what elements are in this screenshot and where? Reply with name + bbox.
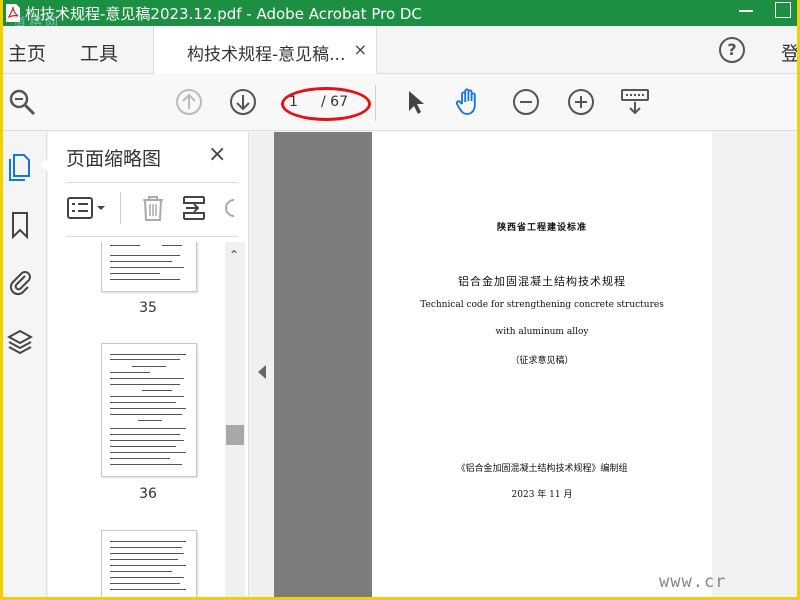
next-page-icon[interactable] — [228, 87, 258, 117]
keyboard-tool-icon[interactable] — [620, 87, 650, 117]
delete-page-icon[interactable] — [138, 194, 168, 222]
pdf-page: 陕西省工程建设标准 铝合金加固混凝土结构技术规程 Technical code … — [372, 132, 712, 597]
thumbnail-page-37[interactable] — [101, 530, 197, 597]
thumbnail-page-35[interactable] — [101, 242, 197, 292]
acrobat-window: 构技术规程-意见稿2023.12.pdf - Adobe Acrobat Pro… — [3, 0, 797, 597]
minimize-button[interactable] — [739, 2, 753, 12]
sign-in-button[interactable]: 登 — [781, 39, 797, 66]
document-tab-label: 构技术规程-意见稿... — [187, 45, 346, 65]
thumbnail-options-icon[interactable] — [66, 194, 110, 222]
document-tab[interactable]: 构技术规程-意见稿... × — [153, 26, 377, 74]
thumbnail-list: 35 36 — [48, 242, 226, 597]
toolbar: 1 / 67 — [3, 75, 797, 131]
panel-collapse-handle[interactable] — [250, 132, 274, 597]
menu-bar: 主页 工具 构技术规程-意见稿... × ? 登 — [3, 26, 797, 74]
collapse-arrow-icon[interactable] — [258, 365, 266, 379]
thumbnail-label: 35 — [139, 300, 157, 316]
site-watermark: www.cr — [659, 572, 727, 592]
thumbnail-label: 36 — [139, 486, 157, 502]
panel-title: 页面缩略图 — [66, 148, 162, 170]
maximize-button[interactable] — [775, 2, 791, 18]
title-bar: 构技术规程-意见稿2023.12.pdf - Adobe Acrobat Pro… — [3, 0, 797, 31]
menu-tools[interactable]: 工具 — [80, 39, 118, 66]
red-annotation-ellipse — [281, 87, 371, 121]
doc-compiler: 《铝合金加固混凝土结构技术规程》编制组 — [456, 464, 628, 474]
layers-icon[interactable] — [7, 326, 33, 356]
toolbar-divider — [375, 85, 376, 121]
scrollbar-thumb[interactable] — [226, 425, 244, 445]
select-cursor-icon[interactable] — [401, 87, 431, 117]
tool-divider — [120, 192, 121, 224]
attachment-icon[interactable] — [7, 266, 33, 296]
previous-page-icon[interactable] — [174, 87, 204, 117]
rotate-page-icon[interactable] — [220, 194, 240, 222]
thumbnail-page-36[interactable] — [101, 343, 197, 477]
doc-title-en-2: with aluminum alloy — [495, 327, 589, 337]
panel-divider — [66, 236, 238, 237]
close-tab-icon[interactable]: × — [354, 40, 367, 59]
bookmark-icon[interactable] — [7, 210, 33, 240]
doc-date: 2023 年 11 月 — [511, 490, 573, 500]
scroll-up-icon[interactable]: ⌃ — [229, 248, 239, 262]
doc-title-cn: 铝合金加固混凝土结构技术规程 — [458, 275, 626, 288]
document-view: 陕西省工程建设标准 铝合金加固混凝土结构技术规程 Technical code … — [274, 132, 797, 597]
zoom-search-icon[interactable] — [7, 87, 37, 117]
zoom-out-icon[interactable] — [511, 87, 541, 117]
thumbnail-scrollbar[interactable]: ⌃ — [225, 242, 245, 597]
thumbnail-panel: 页面缩略图 × 35 36 ⌃ — [48, 132, 249, 597]
zoom-in-icon[interactable] — [566, 87, 596, 117]
menu-home[interactable]: 主页 — [8, 39, 46, 66]
window-title: 构技术规程-意见稿2023.12.pdf - Adobe Acrobat Pro… — [25, 5, 422, 23]
extract-page-icon[interactable] — [180, 194, 210, 222]
right-margin-strip — [712, 132, 797, 597]
doc-org: 陕西省工程建设标准 — [496, 223, 587, 233]
panel-divider — [66, 182, 238, 183]
left-icon-rail — [3, 132, 49, 597]
doc-title-en-1: Technical code for strengthening concret… — [420, 300, 664, 310]
help-icon[interactable]: ? — [719, 37, 745, 63]
close-panel-icon[interactable]: × — [208, 142, 226, 167]
page-thumbnails-icon[interactable] — [7, 152, 33, 182]
doc-draft-label: （征求意见稿） — [510, 356, 574, 366]
hand-tool-icon[interactable] — [453, 87, 483, 117]
